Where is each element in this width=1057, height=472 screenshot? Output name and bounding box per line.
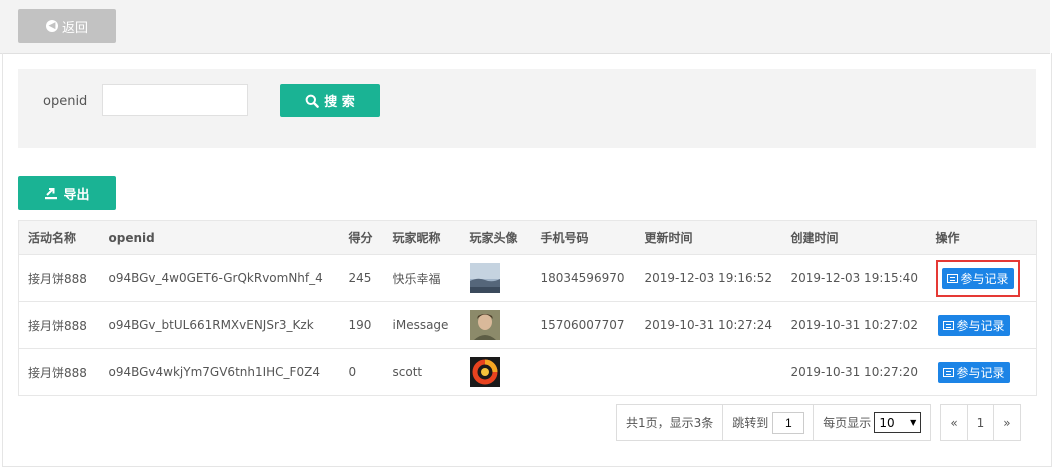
table-row: 接月饼888 o94BGv_btUL661RMXvENJSr3_Kzk 190 … bbox=[18, 301, 1037, 349]
avatar-logo-icon bbox=[469, 357, 500, 387]
search-button[interactable]: 搜 索 bbox=[280, 84, 380, 117]
list-icon bbox=[942, 320, 954, 330]
table-header-row: 活动名称 openid 得分 玩家昵称 玩家头像 手机号码 更新时间 创建时间 … bbox=[18, 220, 1037, 255]
highlight-box: 参与记录 bbox=[935, 259, 1020, 297]
table-row: 接月饼888 o94BGv_4w0GET6-GrQkRvomNhf_4 245 … bbox=[18, 254, 1037, 302]
jump-label: 跳转到 bbox=[732, 416, 769, 430]
pagination: 共1页，显示3条 跳转到 每页显示 10 ▼ « 1 » bbox=[616, 404, 1021, 441]
avatar-landscape-photo bbox=[469, 263, 500, 293]
column-header-openid: openid bbox=[99, 220, 340, 255]
pagination-summary-text: 共1页，显示3条 bbox=[626, 416, 714, 430]
cell-openid: o94BGv4wkjYm7GV6tnh1IHC_F0Z4 bbox=[99, 348, 340, 396]
page-size-label: 每页显示 bbox=[823, 416, 872, 430]
back-button-label: 返回 bbox=[61, 20, 88, 36]
next-page-button[interactable]: » bbox=[993, 404, 1021, 441]
cell-activity: 接月饼888 bbox=[18, 348, 100, 396]
search-panel: openid 搜 索 bbox=[18, 69, 1036, 148]
participation-records-label: 参与记录 bbox=[960, 271, 1009, 286]
participation-records-button[interactable]: 参与记录 bbox=[941, 267, 1014, 289]
column-header-created: 创建时间 bbox=[781, 220, 927, 255]
cell-nickname: scott bbox=[383, 348, 461, 396]
cell-score: 0 bbox=[339, 348, 384, 396]
action-wrap: 参与记录 bbox=[936, 360, 1012, 385]
cell-activity: 接月饼888 bbox=[18, 301, 100, 349]
column-header-score: 得分 bbox=[339, 220, 384, 255]
participation-records-label: 参与记录 bbox=[956, 318, 1005, 333]
export-icon bbox=[45, 187, 58, 199]
cell-created: 2019-12-03 19:15:40 bbox=[781, 254, 927, 302]
column-header-phone: 手机号码 bbox=[531, 220, 636, 255]
column-header-updated: 更新时间 bbox=[635, 220, 782, 255]
page-size: 每页显示 10 ▼ bbox=[813, 404, 932, 441]
back-button[interactable]: ◀ 返回 bbox=[18, 9, 116, 43]
page-number-1[interactable]: 1 bbox=[966, 404, 995, 441]
cell-avatar bbox=[460, 254, 532, 302]
column-header-avatar: 玩家头像 bbox=[460, 220, 532, 255]
cell-nickname: 快乐幸福 bbox=[383, 254, 461, 302]
cell-openid: o94BGv_btUL661RMXvENJSr3_Kzk bbox=[99, 301, 340, 349]
list-icon bbox=[942, 367, 954, 377]
top-bar: ◀ 返回 bbox=[0, 0, 1050, 54]
participation-records-button[interactable]: 参与记录 bbox=[937, 361, 1010, 383]
participation-records-button[interactable]: 参与记录 bbox=[937, 314, 1010, 336]
prev-page-label: « bbox=[950, 415, 958, 430]
cell-action: 参与记录 bbox=[926, 254, 1037, 302]
jump-to-page: 跳转到 bbox=[722, 404, 815, 441]
page-number-label: 1 bbox=[976, 415, 985, 430]
cell-phone: 15706007707 bbox=[531, 301, 636, 349]
column-header-action: 操作 bbox=[926, 220, 1037, 255]
cell-updated bbox=[635, 348, 782, 396]
records-table: 活动名称 openid 得分 玩家昵称 玩家头像 手机号码 更新时间 创建时间 … bbox=[18, 220, 1037, 396]
cell-avatar bbox=[460, 301, 532, 349]
jump-page-input[interactable] bbox=[772, 411, 805, 434]
avatar-person-photo bbox=[469, 310, 500, 340]
cell-phone: 18034596970 bbox=[531, 254, 636, 302]
export-button[interactable]: 导出 bbox=[18, 176, 116, 210]
table-row: 接月饼888 o94BGv4wkjYm7GV6tnh1IHC_F0Z4 0 sc… bbox=[18, 348, 1037, 396]
cell-activity: 接月饼888 bbox=[18, 254, 100, 302]
cell-score: 245 bbox=[339, 254, 384, 302]
prev-page-button[interactable]: « bbox=[940, 404, 968, 441]
export-button-label: 导出 bbox=[63, 187, 90, 203]
cell-created: 2019-10-31 10:27:20 bbox=[781, 348, 927, 396]
search-button-label: 搜 索 bbox=[324, 95, 355, 110]
participation-records-label: 参与记录 bbox=[956, 365, 1005, 380]
column-header-nickname: 玩家昵称 bbox=[383, 220, 461, 255]
page-size-select[interactable]: 10 ▼ bbox=[874, 412, 922, 433]
cell-avatar bbox=[460, 348, 532, 396]
next-page-label: » bbox=[1003, 415, 1011, 430]
cell-phone bbox=[531, 348, 636, 396]
cell-action: 参与记录 bbox=[926, 301, 1037, 349]
action-wrap: 参与记录 bbox=[936, 313, 1012, 338]
openid-search-input[interactable] bbox=[102, 84, 248, 116]
cell-action: 参与记录 bbox=[926, 348, 1037, 396]
cell-created: 2019-10-31 10:27:02 bbox=[781, 301, 927, 349]
pagination-summary: 共1页，显示3条 bbox=[616, 404, 724, 441]
caret-down-icon: ▼ bbox=[910, 418, 917, 427]
cell-score: 190 bbox=[339, 301, 384, 349]
search-icon bbox=[305, 94, 320, 108]
cell-nickname: iMessage bbox=[383, 301, 461, 349]
page-size-value: 10 bbox=[879, 415, 895, 430]
arrow-left-icon: ◀ bbox=[45, 20, 58, 32]
column-header-activity: 活动名称 bbox=[18, 220, 100, 255]
cell-updated: 2019-10-31 10:27:24 bbox=[635, 301, 782, 349]
cell-updated: 2019-12-03 19:16:52 bbox=[635, 254, 782, 302]
openid-label: openid bbox=[43, 94, 88, 109]
list-icon bbox=[946, 273, 958, 283]
cell-openid: o94BGv_4w0GET6-GrQkRvomNhf_4 bbox=[99, 254, 340, 302]
